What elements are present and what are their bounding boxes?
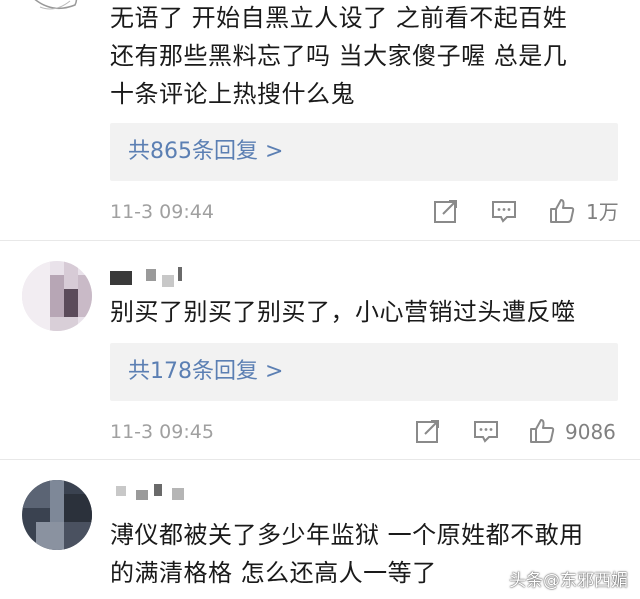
like-count: 9086 — [565, 420, 616, 444]
comment-icon[interactable] — [472, 417, 500, 447]
like-icon[interactable] — [528, 417, 556, 447]
replies-link[interactable]: 共178条回复 > — [110, 343, 618, 401]
comment-text: 别买了别买了别买了，小心营销过头遭反噬 — [110, 298, 576, 326]
timestamp: 11-3 09:45 — [110, 421, 214, 443]
comment-1: 无语了 开始自黑立人设了 之前看不起百姓 还有那些黑料忘了吗 当大家傻子喔 总是… — [0, 0, 640, 240]
like-icon[interactable] — [548, 197, 576, 227]
avatar[interactable] — [22, 261, 92, 331]
timestamp: 11-3 09:44 — [110, 201, 214, 223]
repost-icon[interactable] — [414, 417, 442, 447]
avatar[interactable] — [20, 0, 90, 25]
comment-meta: 11-3 09:44 1万 — [110, 197, 620, 227]
comment-2: 别买了别买了别买了，小心营销过头遭反噬 共178条回复 > 11-3 09:45… — [0, 241, 640, 459]
comment-icon[interactable] — [490, 197, 518, 227]
username-redacted[interactable] — [110, 482, 200, 504]
watermark: 头条@东邪西媚 — [509, 571, 628, 591]
comment-meta: 11-3 09:45 9086 — [110, 417, 620, 447]
replies-link[interactable]: 共865条回复 > — [110, 123, 618, 181]
repost-icon[interactable] — [432, 197, 460, 227]
like-count: 1万 — [586, 200, 619, 224]
avatar-sketch-icon — [34, 0, 78, 10]
comment-text: 无语了 开始自黑立人设了 之前看不起百姓 还有那些黑料忘了吗 当大家傻子喔 总是… — [110, 4, 568, 108]
username-redacted[interactable] — [110, 267, 190, 289]
avatar[interactable] — [22, 480, 92, 550]
